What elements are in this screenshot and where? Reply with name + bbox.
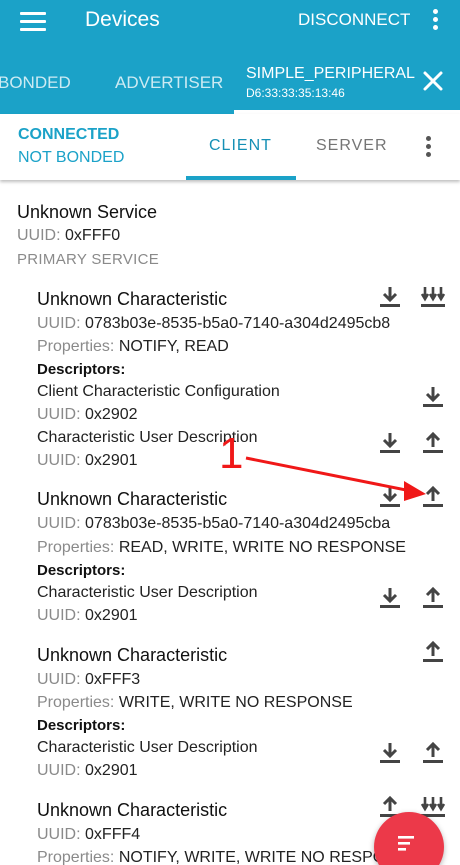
descriptors-header: Descriptors: (37, 562, 126, 579)
characteristic-properties: Properties: READ, WRITE, WRITE NO RESPON… (37, 539, 406, 556)
tab-client[interactable]: CLIENT (209, 137, 272, 155)
device-tabs: BONDED ADVERTISER SIMPLE_PERIPHERAL D6:3… (0, 58, 460, 114)
write-icon[interactable] (420, 430, 446, 456)
more-vert-icon[interactable] (425, 7, 445, 35)
device-name: SIMPLE_PERIPHERAL (246, 65, 415, 82)
notify-icon[interactable] (420, 284, 446, 310)
read-icon[interactable] (377, 284, 403, 310)
descriptors-header: Descriptors: (37, 361, 126, 378)
read-icon[interactable] (377, 585, 403, 611)
tab-server[interactable]: SERVER (316, 137, 388, 155)
characteristic-properties: Properties: NOTIFY, WRITE, WRITE NO RESP… (37, 849, 419, 865)
service-uuid: UUID: 0xFFF0 (17, 227, 121, 244)
descriptor-name: Characteristic User Description (37, 584, 258, 601)
write-icon[interactable] (420, 585, 446, 611)
close-icon[interactable] (420, 68, 446, 94)
annotation-label: 1 (219, 429, 244, 478)
characteristic-name: Unknown Characteristic (37, 800, 228, 820)
bond-state: NOT BONDED (18, 149, 125, 166)
write-icon[interactable] (420, 639, 446, 665)
characteristic-properties: Properties: NOTIFY, READ (37, 338, 229, 355)
descriptor-uuid: UUID: 0x2902 (37, 406, 138, 423)
characteristic-name: Unknown Characteristic (37, 489, 228, 509)
service-name: Unknown Service (17, 202, 158, 222)
write-icon[interactable] (420, 484, 446, 510)
tab-bonded[interactable]: BONDED (0, 73, 71, 93)
device-address: D6:33:33:35:13:46 (246, 86, 345, 100)
write-icon[interactable] (420, 740, 446, 766)
characteristic-properties: Properties: WRITE, WRITE NO RESPONSE (37, 694, 353, 711)
hamburger-menu-icon[interactable] (20, 12, 46, 32)
more-vert-icon[interactable] (420, 135, 436, 161)
descriptor-uuid: UUID: 0x2901 (37, 607, 138, 624)
disconnect-button[interactable]: DISCONNECT (298, 10, 410, 30)
app-title: Devices (85, 8, 160, 31)
descriptor-name: Client Characteristic Configuration (37, 383, 280, 400)
service-type: PRIMARY SERVICE (17, 251, 160, 268)
descriptor-uuid: UUID: 0x2901 (37, 762, 138, 779)
read-icon[interactable] (377, 484, 403, 510)
tab-advertiser[interactable]: ADVERTISER (115, 73, 223, 93)
descriptor-uuid: UUID: 0x2901 (37, 452, 138, 469)
connection-bar: CONNECTED NOT BONDED CLIENT SERVER (0, 114, 460, 180)
characteristic-uuid: UUID: 0783b03e-8535-b5a0-7140-a304d2495c… (37, 515, 391, 532)
app-bar: Devices DISCONNECT BONDED ADVERTISER SIM… (0, 0, 460, 114)
connection-state: CONNECTED (18, 126, 120, 143)
characteristic-uuid: UUID: 0xFFF4 (37, 826, 141, 843)
descriptor-name: Characteristic User Description (37, 739, 258, 756)
characteristic-name: Unknown Characteristic (37, 289, 228, 309)
read-icon[interactable] (377, 430, 403, 456)
characteristic-uuid: UUID: 0xFFF3 (37, 671, 141, 688)
services-list: Unknown Service UUID: 0xFFF0 PRIMARY SER… (0, 180, 460, 865)
characteristic-uuid: UUID: 0783b03e-8535-b5a0-7140-a304d2495c… (37, 315, 391, 332)
read-icon[interactable] (377, 740, 403, 766)
characteristic-name: Unknown Characteristic (37, 645, 228, 665)
read-icon[interactable] (420, 384, 446, 410)
descriptors-header: Descriptors: (37, 717, 126, 734)
